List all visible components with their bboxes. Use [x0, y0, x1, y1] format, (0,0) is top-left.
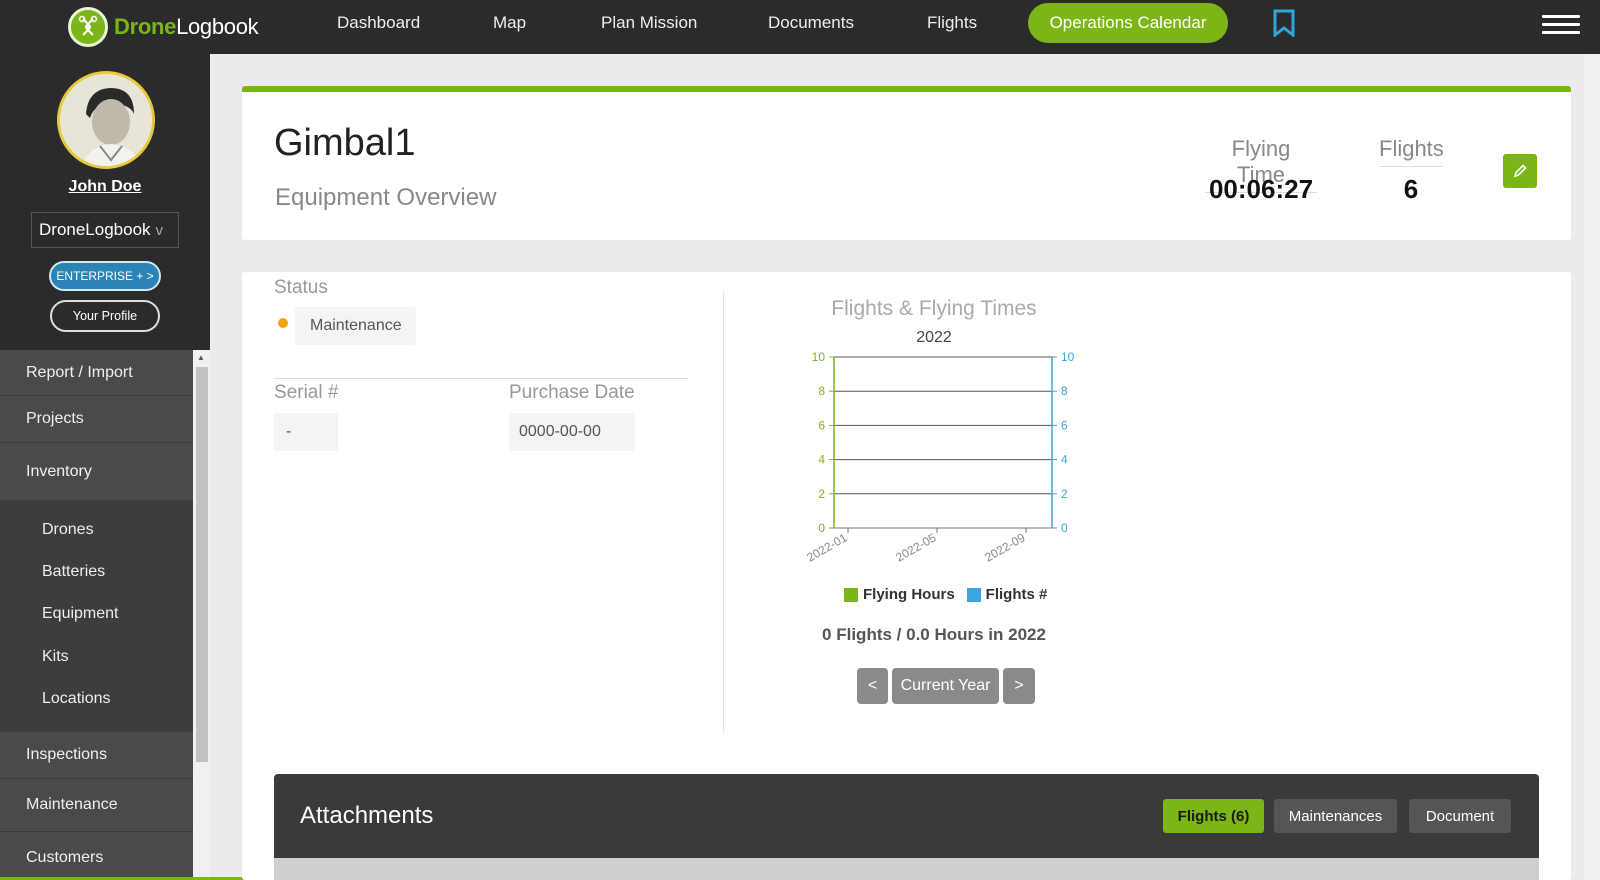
edit-button[interactable] — [1503, 154, 1537, 188]
sidebar-item-maintenance[interactable]: Maintenance — [0, 779, 193, 832]
sidebar-subitem-drones[interactable]: Drones — [42, 521, 94, 539]
chart-summary: 0 Flights / 0.0 Hours in 2022 — [822, 625, 1046, 644]
x-tick-label: 2022-01 — [804, 530, 849, 564]
organization-select[interactable]: DroneLogbook v — [31, 212, 179, 248]
chart-subtitle: 2022 — [916, 329, 952, 346]
legend-flights[interactable]: Flights # — [986, 586, 1048, 603]
scroll-up-arrow-icon[interactable]: ▲ — [197, 353, 205, 362]
pager-next-button[interactable]: > — [1003, 668, 1035, 704]
attachments-header: Attachments Flights (6) Maintenances Doc… — [274, 774, 1539, 858]
equipment-header-card: Gimbal1 Equipment Overview Flying Time 0… — [242, 86, 1571, 240]
y-right-tick-label: 2 — [1061, 487, 1068, 501]
y-left-tick-label: 8 — [818, 384, 825, 398]
sidebar-subitem-equipment[interactable]: Equipment — [42, 605, 119, 623]
sidebar-subitem-kits[interactable]: Kits — [42, 648, 69, 666]
page-title: Gimbal1 — [274, 122, 416, 164]
sidebar-item-inventory[interactable]: Inventory — [0, 443, 193, 500]
attachments-title: Attachments — [300, 802, 434, 829]
nav-map[interactable]: Map — [493, 13, 526, 33]
flying-time-value: 00:06:27 — [1208, 174, 1314, 204]
flights-count-value: 6 — [1403, 174, 1419, 204]
status-label: Status — [274, 277, 328, 298]
sidebar-scroll-thumb[interactable] — [196, 367, 208, 762]
enterprise-plan-button[interactable]: ENTERPRISE + > — [49, 261, 161, 291]
avatar[interactable] — [57, 71, 155, 169]
brand-name-part1: Drone — [114, 14, 177, 39]
operations-calendar-button[interactable]: Operations Calendar — [1028, 3, 1228, 43]
user-name-link[interactable]: John Doe — [0, 178, 210, 196]
hamburger-menu-icon[interactable] — [1542, 15, 1580, 39]
nav-documents[interactable]: Documents — [768, 13, 854, 33]
status-indicator-dot — [278, 318, 288, 328]
pager-prev-button[interactable]: < — [857, 668, 888, 704]
nav-dashboard[interactable]: Dashboard — [337, 13, 420, 33]
brand-logo[interactable]: DroneLogbook — [68, 4, 259, 50]
bookmark-icon[interactable] — [1272, 9, 1296, 42]
vertical-divider — [723, 292, 724, 732]
tab-flights[interactable]: Flights (6) — [1163, 799, 1264, 833]
sidebar-item-projects[interactable]: Projects — [0, 396, 193, 443]
chart-title: Flights & Flying Times — [831, 297, 1037, 320]
x-tick-label: 2022-05 — [893, 530, 938, 564]
y-left-tick-label: 4 — [818, 453, 825, 467]
pager-current-year-button[interactable]: Current Year — [892, 668, 999, 704]
purchase-date-value: 0000-00-00 — [509, 413, 635, 451]
x-tick-label: 2022-09 — [982, 530, 1027, 564]
sidebar-subitem-batteries[interactable]: Batteries — [42, 563, 105, 581]
sidebar-item-inspections[interactable]: Inspections — [0, 732, 193, 779]
y-right-tick-label: 10 — [1061, 350, 1075, 364]
y-left-tick-label: 10 — [812, 350, 826, 364]
main-scrollbar[interactable] — [1584, 54, 1600, 880]
sidebar-profile-panel: John Doe DroneLogbook v ENTERPRISE + > Y… — [0, 54, 210, 350]
y-left-tick-label: 2 — [818, 487, 825, 501]
tab-document[interactable]: Document — [1409, 799, 1511, 833]
tab-maintenances[interactable]: Maintenances — [1274, 799, 1397, 833]
y-right-tick-label: 8 — [1061, 384, 1068, 398]
drone-logo-icon — [68, 7, 108, 47]
nav-plan-mission[interactable]: Plan Mission — [601, 13, 697, 33]
sidebar-item-customers[interactable]: Customers — [0, 832, 193, 880]
pencil-icon — [1513, 164, 1527, 178]
chevron-down-icon: v — [155, 221, 164, 239]
legend-swatch-flights — [966, 587, 981, 602]
serial-label: Serial # — [274, 382, 339, 403]
brand-name-part2: Logbook — [176, 14, 259, 39]
your-profile-button[interactable]: Your Profile — [50, 300, 160, 332]
nav-flights[interactable]: Flights — [927, 13, 977, 33]
y-right-tick-label: 0 — [1061, 521, 1068, 535]
chart-legend: Flying Hours Flights # — [844, 586, 1047, 603]
status-value: Maintenance — [295, 307, 416, 345]
organization-name: DroneLogbook — [39, 220, 151, 239]
purchase-date-label: Purchase Date — [509, 382, 635, 403]
divider — [274, 378, 688, 379]
attachments-content — [274, 858, 1539, 880]
serial-value: - — [274, 413, 338, 451]
legend-flying-hours[interactable]: Flying Hours — [863, 586, 955, 603]
top-nav-bar: DroneLogbook Dashboard Map Plan Mission … — [0, 0, 1600, 54]
y-left-tick-label: 0 — [818, 521, 825, 535]
sidebar-subitem-locations[interactable]: Locations — [42, 690, 111, 708]
y-left-tick-label: 6 — [818, 418, 825, 432]
sidebar-menu: Report / Import Projects Inventory Drone… — [0, 350, 193, 880]
flights-count-label: Flights — [1379, 136, 1444, 167]
sidebar-item-report-import[interactable]: Report / Import — [0, 350, 193, 396]
legend-swatch-flying-hours — [844, 587, 858, 602]
flights-chart: 0 2 4 6 8 10 0 2 4 6 8 10 2022-01 2022-05 2022-09 — [804, 350, 1075, 565]
y-right-tick-label: 4 — [1061, 453, 1068, 467]
page-subtitle: Equipment Overview — [275, 184, 497, 211]
y-right-tick-label: 6 — [1061, 418, 1068, 432]
inventory-submenu: Drones Batteries Equipment Kits Location… — [0, 500, 193, 732]
brand-name: DroneLogbook — [114, 14, 259, 40]
